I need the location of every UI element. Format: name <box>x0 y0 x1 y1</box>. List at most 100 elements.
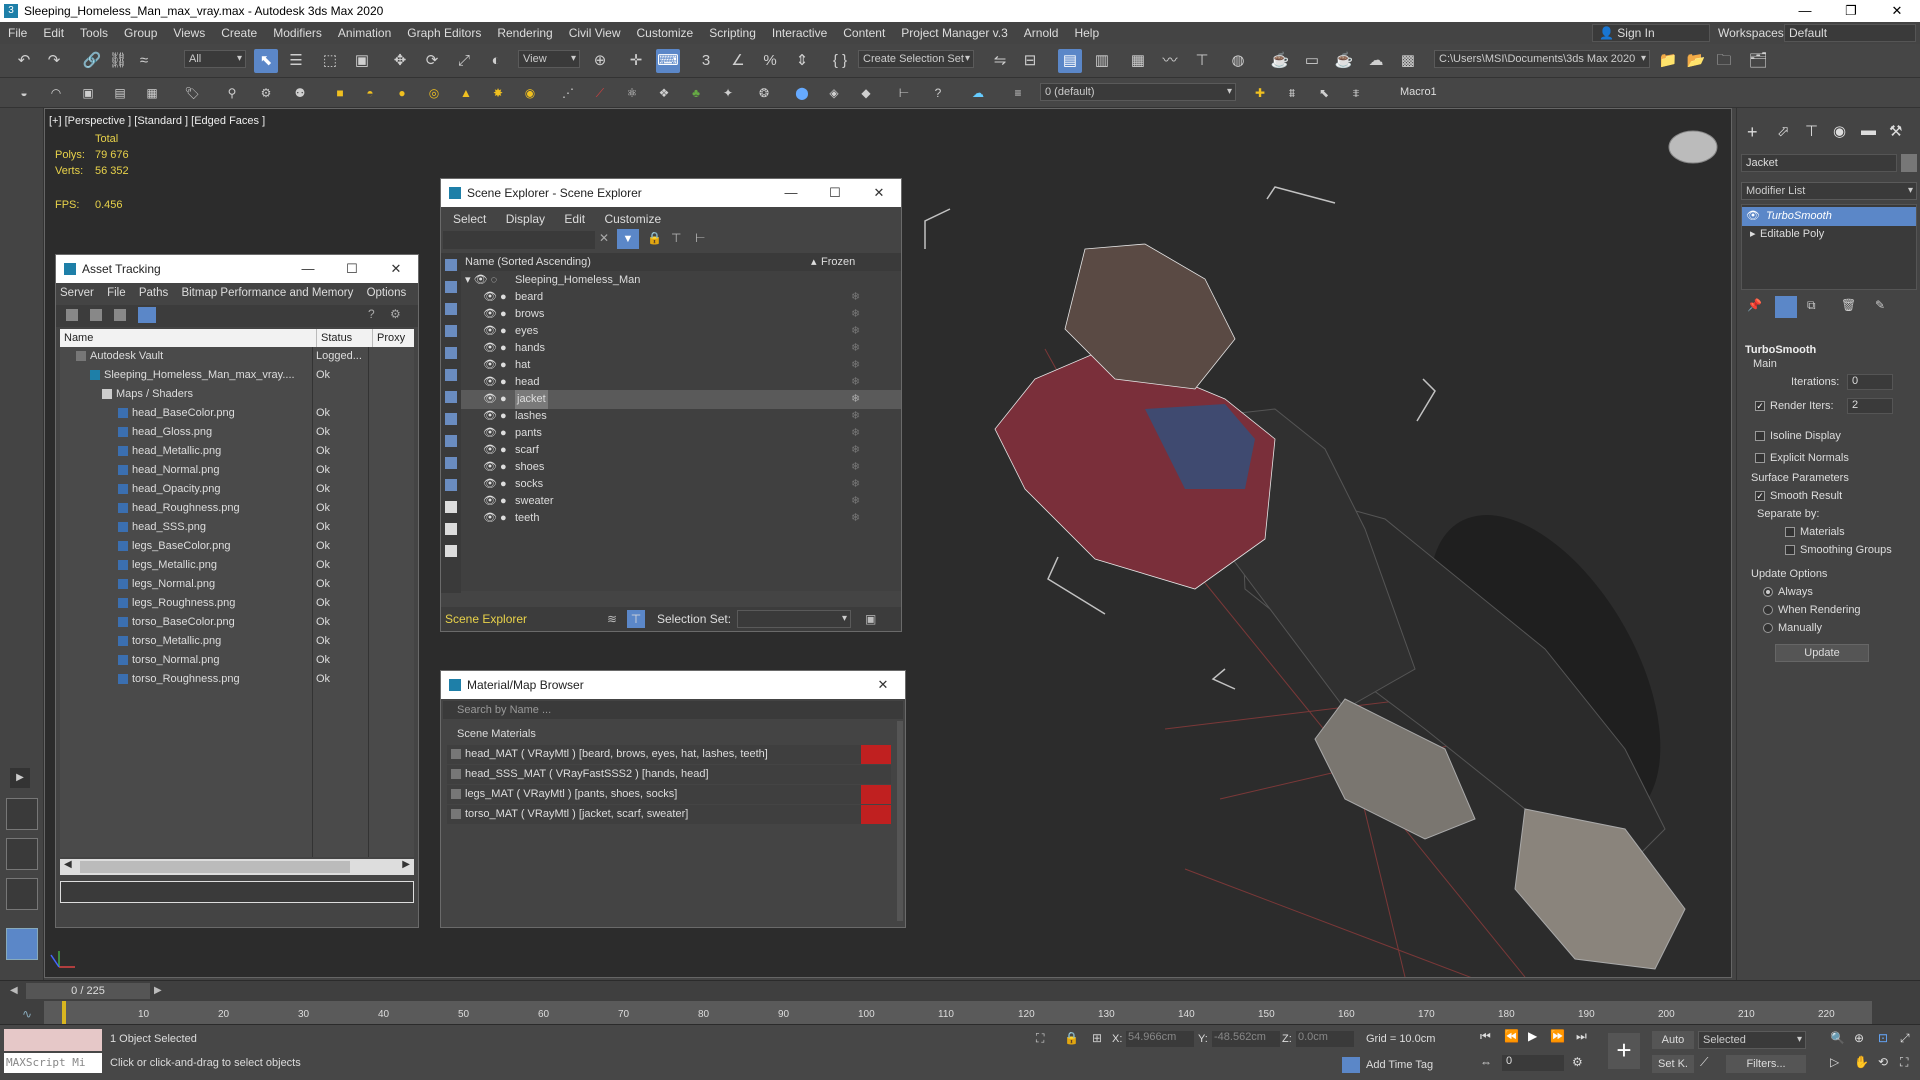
pivot-center-icon[interactable]: ⊕ <box>588 49 612 73</box>
reference-coord-dropdown[interactable]: View <box>518 50 580 68</box>
link-icon[interactable]: 🔗 <box>80 49 104 73</box>
box-icon[interactable]: ■ <box>328 81 352 105</box>
select-object-icon[interactable]: ⬉ <box>254 49 278 73</box>
material-row[interactable]: head_SSS_MAT ( VRayFastSSS2 ) [hands, he… <box>447 765 891 784</box>
create-tab-icon[interactable]: + <box>1747 122 1758 143</box>
selection-lock-icon[interactable]: 🔒 <box>1064 1031 1079 1045</box>
expand-layouts-icon[interactable]: ▶ <box>10 768 30 788</box>
layer-dropdown[interactable]: 0 (default) <box>1040 83 1236 101</box>
maximize-button[interactable]: ☐ <box>330 255 374 283</box>
add-time-tag[interactable]: Add Time Tag <box>1366 1059 1433 1071</box>
invert-display-icon[interactable] <box>445 545 457 557</box>
display-tab-icon[interactable]: ▬ <box>1861 122 1876 139</box>
minimize-button[interactable]: — <box>286 255 330 283</box>
rendered-frame-window-icon[interactable]: ▭ <box>1300 49 1324 73</box>
time-slider[interactable]: 0 / 225 <box>26 983 150 999</box>
key-mode-icon[interactable]: ⇔ <box>1480 1055 1492 1069</box>
vray-fur-icon[interactable]: ◆ <box>854 81 878 105</box>
display-all-icon[interactable] <box>445 501 457 513</box>
schematic-view-icon[interactable]: ⊤ <box>1190 49 1214 73</box>
table-row[interactable]: torso_Roughness.png Ok <box>60 670 414 689</box>
object-paint-icon[interactable]: ▣ <box>76 81 100 105</box>
percent-snap-icon[interactable]: % <box>758 49 782 73</box>
spinner-snap-icon[interactable]: ⇕ <box>790 49 814 73</box>
menu-bitmap-performance[interactable]: Bitmap Performance and Memory <box>181 287 353 299</box>
menu-edit[interactable]: Edit <box>35 22 72 44</box>
undo-icon[interactable]: ↶ <box>12 49 36 73</box>
select-manipulate-icon[interactable]: ✛ <box>624 49 648 73</box>
rollout-title[interactable]: TurboSmooth <box>1745 344 1816 356</box>
help-circle-icon[interactable]: ? <box>926 81 950 105</box>
menu-select[interactable]: Select <box>453 212 486 226</box>
layers-icon[interactable]: ≋ <box>607 607 617 631</box>
grid-icon[interactable]: ▦ <box>140 81 164 105</box>
eye-icon[interactable]: 👁 <box>1746 207 1760 226</box>
field-of-view-icon[interactable]: ▷ <box>1830 1055 1839 1069</box>
angle-snap-icon[interactable]: ∠ <box>726 49 750 73</box>
hair-icon[interactable]: ✦ <box>716 81 740 105</box>
teapot-icon[interactable]: ◉ <box>518 81 542 105</box>
menu-customize[interactable]: Customize <box>629 22 702 44</box>
render-icon[interactable]: ◒ <box>12 81 36 105</box>
pan-icon[interactable]: ✋ <box>1854 1055 1869 1069</box>
menu-file[interactable]: File <box>0 22 35 44</box>
menu-help[interactable]: Help <box>1066 22 1107 44</box>
maxscript-mini-field[interactable]: MAXScript Mi <box>4 1053 102 1073</box>
menu-content[interactable]: Content <box>835 22 893 44</box>
table-row[interactable]: Maps / Shaders <box>60 385 414 404</box>
zoom-extents-all-icon[interactable]: ⤢ <box>1900 1031 1910 1046</box>
bind-spacewarp-icon[interactable]: ≈ <box>132 49 156 73</box>
torus-icon[interactable]: ◎ <box>422 81 446 105</box>
hierarchy-icon[interactable]: ⊤ <box>671 231 681 245</box>
absolute-mode-icon[interactable]: ⊞ <box>1092 1031 1102 1045</box>
snaps-toggle-icon[interactable]: 3 <box>694 49 718 73</box>
scene-materials-group[interactable]: Scene Materials <box>443 725 903 743</box>
scatter-icon[interactable]: ❖ <box>652 81 676 105</box>
vray-proxy-icon[interactable]: ◈ <box>822 81 846 105</box>
iterations-spinner[interactable]: 0 <box>1847 374 1893 390</box>
make-unique-icon[interactable]: ⧉ <box>1807 298 1816 313</box>
asset-path-field[interactable] <box>60 881 414 903</box>
hierarchy-mode-icon[interactable]: ⊤ <box>627 610 645 628</box>
manually-radio[interactable]: Manually <box>1763 622 1822 634</box>
maximize-button[interactable]: ☐ <box>813 179 857 207</box>
scale-icon[interactable]: ⤢ <box>452 49 476 73</box>
move-icon[interactable]: ✥ <box>388 49 412 73</box>
scroll-thumb[interactable] <box>80 861 350 873</box>
menu-rendering[interactable]: Rendering <box>489 22 560 44</box>
container-filter-icon[interactable] <box>445 457 457 469</box>
sign-in-dropdown[interactable]: 👤 Sign In <box>1592 24 1710 42</box>
render-iters-checkbox[interactable]: ✓ Render Iters: <box>1755 400 1834 412</box>
table-row[interactable]: head_BaseColor.png Ok <box>60 404 414 423</box>
mirror-icon[interactable]: ⇋ <box>988 49 1012 73</box>
close-button[interactable]: ✕ <box>374 255 418 283</box>
sort-icon[interactable]: ⊢ <box>695 231 705 245</box>
select-by-name-icon[interactable]: ☰ <box>284 49 308 73</box>
frozen-filter-icon[interactable] <box>445 479 457 491</box>
configure-sets-icon[interactable]: ✎ <box>1875 298 1885 312</box>
show-end-result-icon[interactable] <box>1775 296 1797 318</box>
helper-filter-icon[interactable] <box>445 347 457 359</box>
place-icon[interactable]: ◐ <box>484 49 508 73</box>
smooth-result-checkbox[interactable]: ✓ Smooth Result <box>1755 490 1842 502</box>
vray-sphere-icon[interactable]: ⬤ <box>790 81 814 105</box>
keyboard-shortcut-override-icon[interactable]: ⌨ <box>656 49 680 73</box>
add-selection-set-icon[interactable]: ▣ <box>865 607 876 631</box>
prev-frame-arrow-icon[interactable]: ◀ <box>10 985 18 996</box>
settings-icon[interactable]: ⚙ <box>390 307 401 321</box>
layer-explorer-icon[interactable]: ▥ <box>1090 49 1114 73</box>
menu-interactive[interactable]: Interactive <box>764 22 835 44</box>
layout-single-icon[interactable] <box>6 928 38 960</box>
zoom-all-icon[interactable]: ⊕ <box>1854 1031 1864 1045</box>
zoom-icon[interactable]: 🔍 <box>1830 1031 1845 1045</box>
col-status[interactable]: Status <box>316 329 352 347</box>
select-in-layer-icon[interactable]: ⬉ <box>1312 81 1336 105</box>
create-layer-icon[interactable]: ✚ <box>1248 81 1272 105</box>
add-to-layer-icon[interactable]: ⩩ <box>1280 81 1304 105</box>
menu-create[interactable]: Create <box>213 22 265 44</box>
sheet-icon[interactable]: ▤ <box>108 81 132 105</box>
sphere-icon[interactable]: ● <box>390 81 414 105</box>
key-tangent-icon[interactable]: ⟋ <box>1700 1055 1708 1070</box>
spacewarp-filter-icon[interactable] <box>445 369 457 381</box>
pin-stack-icon[interactable]: 📌 <box>1747 298 1762 312</box>
